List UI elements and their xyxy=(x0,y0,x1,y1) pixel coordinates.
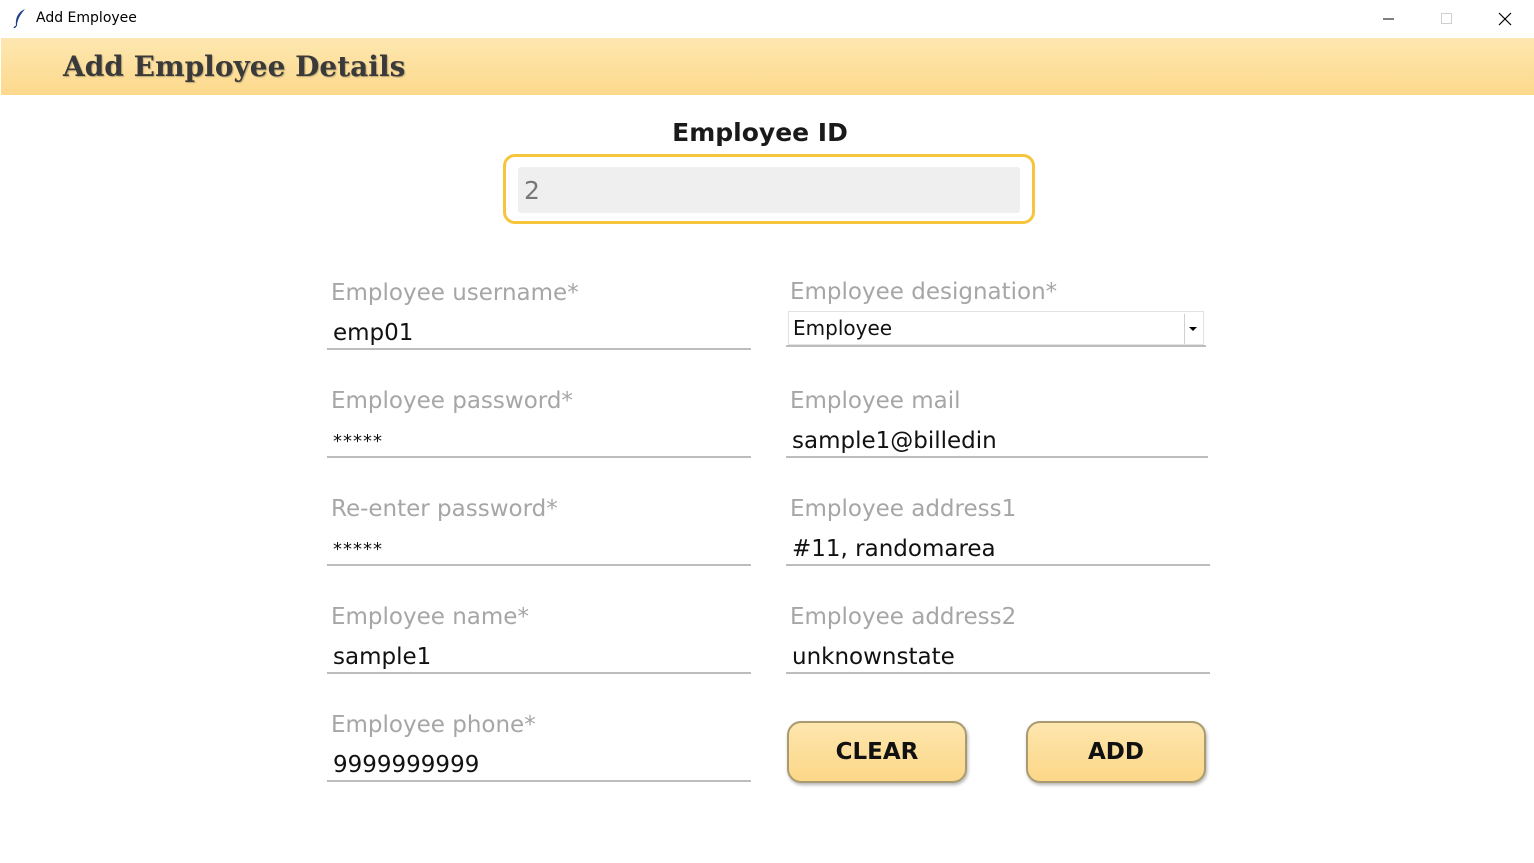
minimize-icon xyxy=(1383,18,1394,20)
password-label: Employee password* xyxy=(331,388,573,414)
address1-group: Employee address1 xyxy=(786,496,1210,570)
address2-group: Employee address2 xyxy=(786,604,1210,678)
maximize-button[interactable] xyxy=(1418,0,1476,38)
reenter-password-group: Re-enter password* xyxy=(327,496,751,570)
address2-label: Employee address2 xyxy=(790,604,1017,630)
add-button[interactable]: ADD xyxy=(1026,721,1206,783)
reenter-password-label: Re-enter password* xyxy=(331,496,558,522)
employee-id-field[interactable] xyxy=(518,167,1020,213)
phone-field[interactable] xyxy=(327,750,751,782)
minimize-button[interactable] xyxy=(1360,0,1418,38)
close-icon xyxy=(1498,12,1512,26)
close-button[interactable] xyxy=(1476,0,1534,38)
employee-id-frame xyxy=(503,154,1035,224)
dropdown-arrow-icon[interactable] xyxy=(1184,314,1201,344)
title-bar: Add Employee xyxy=(0,0,1534,38)
username-group: Employee username* xyxy=(327,280,751,354)
mail-label: Employee mail xyxy=(790,388,961,414)
address1-label: Employee address1 xyxy=(790,496,1017,522)
employee-id-label: Employee ID xyxy=(672,118,848,147)
maximize-icon xyxy=(1441,13,1452,24)
password-group: Employee password* xyxy=(327,388,751,462)
mail-group: Employee mail xyxy=(786,388,1208,462)
designation-label: Employee designation* xyxy=(790,279,1058,305)
mail-field[interactable] xyxy=(786,426,1208,458)
designation-group: Employee designation* Employee xyxy=(786,279,1208,353)
username-field[interactable] xyxy=(327,318,751,350)
name-group: Employee name* xyxy=(327,604,751,678)
add-employee-window: Add Employee Add Employee Details Employ… xyxy=(0,0,1534,863)
designation-select[interactable]: Employee xyxy=(786,311,1206,347)
reenter-password-field[interactable] xyxy=(327,534,751,566)
name-field[interactable] xyxy=(327,642,751,674)
designation-select-inner: Employee xyxy=(788,311,1204,345)
feather-icon xyxy=(12,8,28,29)
name-label: Employee name* xyxy=(331,604,529,630)
address1-field[interactable] xyxy=(786,534,1210,566)
address2-field[interactable] xyxy=(786,642,1210,674)
window-title: Add Employee xyxy=(36,10,137,26)
header-band: Add Employee Details xyxy=(1,38,1534,95)
page-title: Add Employee Details xyxy=(63,50,406,83)
password-field[interactable] xyxy=(327,426,751,458)
clear-button[interactable]: CLEAR xyxy=(787,721,967,783)
designation-selected: Employee xyxy=(793,316,893,340)
phone-label: Employee phone* xyxy=(331,712,536,738)
phone-group: Employee phone* xyxy=(327,712,751,786)
username-label: Employee username* xyxy=(331,280,579,306)
